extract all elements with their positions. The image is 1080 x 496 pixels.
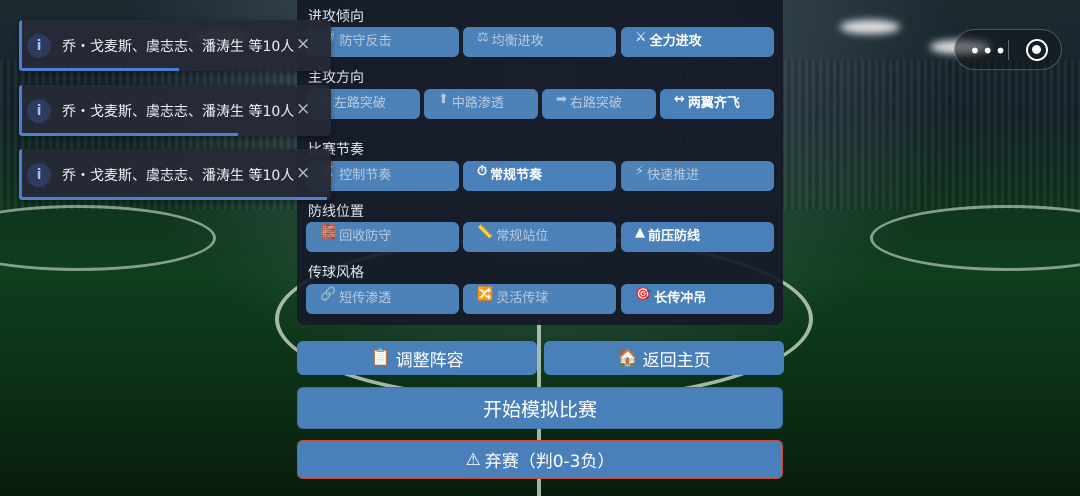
capsule-divider — [1008, 40, 1009, 60]
adjust-lineup-button[interactable]: 📋 调整阵容 — [297, 341, 537, 375]
warning-icon: ⚠ — [465, 449, 481, 470]
brick-icon: 🧱 — [320, 225, 337, 240]
toast-progress-bar — [22, 68, 179, 71]
arrow-up-icon: ⬆ — [438, 92, 449, 107]
close-icon[interactable]: × — [296, 34, 310, 54]
option-fast-tempo[interactable]: ⚡ 快速推进 — [621, 161, 774, 191]
option-high-line[interactable]: ▲ 前压防线 — [621, 222, 774, 252]
option-flexible-pass[interactable]: 🔀 灵活传球 — [463, 284, 616, 314]
lightning-icon: ⚡ — [635, 164, 645, 179]
option-balanced-attack[interactable]: ⚖ 均衡进攻 — [463, 27, 616, 57]
floodlight — [840, 20, 900, 34]
option-long-ball[interactable]: 🎯 长传冲吊 — [621, 284, 774, 314]
triangle-up-icon: ▲ — [635, 225, 645, 240]
option-center[interactable]: ⬆ 中路渗透 — [424, 89, 538, 119]
notification-toast: i 乔・戈麦斯、虞志志、潘涛生 等10人 × — [19, 20, 331, 71]
option-normal-tempo[interactable]: ⏱ 常规节奏 — [463, 161, 616, 191]
info-icon: i — [27, 99, 51, 123]
ruler-icon: 📏 — [477, 225, 494, 240]
option-short-pass[interactable]: 🔗 短传渗透 — [306, 284, 459, 314]
clipboard-icon: 📋 — [370, 348, 392, 368]
section-title-defensive-line: 防线位置 — [308, 204, 364, 220]
toast-message: 乔・戈麦斯、虞志志、潘涛生 等10人 — [62, 39, 295, 55]
close-miniprogram-icon[interactable] — [1026, 39, 1048, 61]
info-icon: i — [27, 34, 51, 58]
toast-progress-bar — [22, 133, 238, 136]
option-deep-defense[interactable]: 🧱 回收防守 — [306, 222, 459, 252]
arrows-horizontal-icon: ↔ — [674, 92, 685, 107]
stopwatch-icon: ⏱ — [477, 164, 488, 179]
toast-accent-bar — [19, 149, 22, 200]
home-icon: 🏠 — [617, 348, 639, 368]
option-both-wings[interactable]: ↔ 两翼齐飞 — [660, 89, 774, 119]
shuffle-icon: 🔀 — [477, 287, 494, 302]
start-simulation-button[interactable]: 开始模拟比赛 — [297, 387, 783, 429]
toast-message: 乔・戈麦斯、虞志志、潘涛生 等10人 — [62, 104, 295, 120]
arrow-right-icon: ➡ — [556, 92, 567, 107]
balance-icon: ⚖ — [477, 30, 489, 45]
close-icon[interactable]: × — [296, 99, 310, 119]
pitch-marking — [0, 205, 216, 271]
close-icon[interactable]: × — [296, 163, 310, 183]
pitch-marking — [870, 205, 1080, 271]
toast-progress-bar — [22, 197, 327, 200]
forfeit-button[interactable]: ⚠ 弃赛（判0-3负） — [297, 440, 783, 479]
more-menu-icon[interactable]: ••• — [969, 39, 1007, 63]
tactics-panel: 进攻倾向 🛡防守反击 ⚖均衡进攻 ⚔全力进攻 主攻方向 ⬅左路突破 ⬆中路渗透 … — [297, 0, 783, 325]
section-title-passing-style: 传球风格 — [308, 265, 364, 281]
notification-toast: i 乔・戈麦斯、虞志志、潘涛生 等10人 × — [19, 85, 331, 136]
toast-accent-bar — [19, 85, 22, 136]
swords-icon: ⚔ — [635, 30, 647, 45]
option-right-wing[interactable]: ➡ 右路突破 — [542, 89, 656, 119]
miniprogram-capsule: ••• — [954, 29, 1062, 70]
notification-toast: i 乔・戈麦斯、虞志志、潘涛生 等10人 × — [19, 149, 331, 200]
option-normal-line[interactable]: 📏 常规站位 — [463, 222, 616, 252]
link-icon: 🔗 — [320, 287, 337, 302]
toast-message: 乔・戈麦斯、虞志志、潘涛生 等10人 — [62, 168, 295, 184]
info-icon: i — [27, 163, 51, 187]
toast-accent-bar — [19, 20, 22, 71]
target-icon: 🎯 — [635, 287, 652, 302]
option-full-attack[interactable]: ⚔ 全力进攻 — [621, 27, 774, 57]
return-home-button[interactable]: 🏠 返回主页 — [544, 341, 784, 375]
